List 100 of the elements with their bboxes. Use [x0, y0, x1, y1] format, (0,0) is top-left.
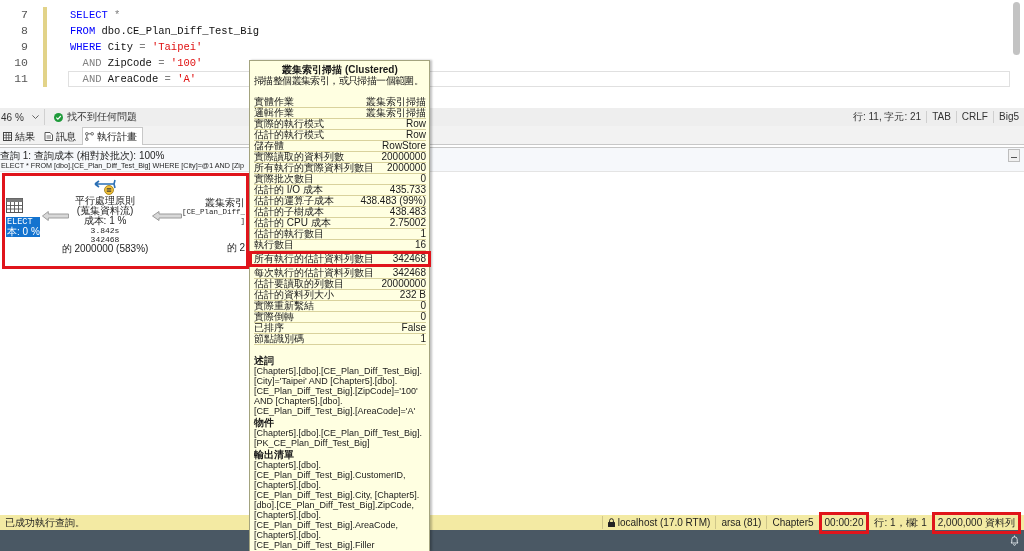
- merge-arrows-icon[interactable]: [94, 177, 116, 195]
- section-heading: 輸出清單: [254, 449, 294, 460]
- grid-icon: [3, 132, 12, 141]
- section-text: [Chapter5].[dbo].[CE_Plan_Diff_Test_Big].[City]='Taipei' AND [Chapter5].[dbo].[CE_Plan_Diff_Test_Big].[ZipCode]='100' AND [Chapter5].[dbo].[CE_Plan_Diff_Test_Big].[AreaCode]='A': [254, 366, 423, 416]
- code-line: SELECT *: [69, 8, 122, 23]
- property-value: 叢集索引掃描: [366, 97, 426, 107]
- caret-icon: [31, 115, 39, 119]
- operator-name: 平行處理原則: [75, 196, 135, 206]
- property-value: 0: [420, 174, 426, 184]
- database-name: Chapter5: [772, 517, 814, 528]
- elapsed-time: 3.842s: [90, 226, 120, 235]
- property-value: Row: [406, 119, 426, 129]
- property-label: 估計的 I/O 成本: [254, 185, 323, 195]
- login-name: arsa (81): [721, 517, 762, 528]
- property-value: 342468: [392, 268, 426, 278]
- issues-status-text: 找不到任何問題: [66, 110, 137, 124]
- minus-icon: [1011, 157, 1017, 158]
- row-estimate: 的 2: [226, 243, 245, 253]
- property-label: 估計的執行模式: [254, 130, 324, 140]
- actual-rows: 342468: [90, 235, 120, 244]
- property-value: 1: [420, 229, 426, 239]
- scrollbar-thumb[interactable]: [1013, 2, 1020, 55]
- document-icon: [44, 132, 53, 141]
- property-value: 20000000: [381, 279, 426, 289]
- section-text: [Chapter5].[dbo].[CE_Plan_Diff_Test_Big].[PK_CE_Plan_Diff_Test_Big]: [254, 428, 423, 448]
- property-value: 0: [420, 312, 426, 322]
- result-tab[interactable]: 訊息: [41, 128, 82, 144]
- flow-arrow: [152, 211, 182, 221]
- property-label: 估計的子樹成本: [254, 207, 324, 217]
- code-line: WHERE City = 'Taipei': [69, 40, 204, 55]
- property-label: 估計的運算子成本: [254, 196, 334, 206]
- line-number: 10: [13, 55, 28, 71]
- server-name: localhost (17.0 RTM): [617, 517, 711, 528]
- property-label: 執行數目: [254, 240, 294, 250]
- property-value: Row: [406, 130, 426, 140]
- tooltip-description: 掃描整個叢集索引，或只掃描一個範圍。: [254, 75, 424, 86]
- plan-diagram-icon: [85, 132, 94, 141]
- collapse-button[interactable]: [1008, 149, 1020, 162]
- property-value: 438.483: [389, 207, 426, 217]
- property-label: 所有執行的估計資料列數目: [254, 254, 374, 264]
- status-message: 已成功執行查詢。: [4, 515, 85, 530]
- result-tab[interactable]: 結果: [0, 128, 41, 144]
- property-value: 438.483 (99%): [360, 196, 426, 206]
- property-value: 20000000: [381, 152, 426, 162]
- lock-icon: [607, 518, 615, 527]
- row-count: 2,000,000 資料列: [937, 515, 1015, 530]
- property-value: 1: [420, 334, 426, 344]
- property-label: 估計的資料列大小: [254, 290, 334, 300]
- flow-arrow: [42, 211, 69, 221]
- property-label: 實際倒轉: [254, 312, 294, 322]
- code-line: FROM dbo.CE_Plan_Diff_Test_Big: [69, 24, 261, 39]
- tooltip-title: 叢集索引掃描 (Clustered): [282, 64, 398, 75]
- property-value: RowStore: [382, 141, 426, 151]
- property-label: 邏輯作業: [254, 108, 294, 118]
- property-value: 叢集索引掃描: [366, 108, 426, 118]
- property-label: 已排序: [254, 323, 284, 333]
- property-label: 每次執行的估計資料列數目: [254, 268, 374, 278]
- section-heading: 物件: [254, 417, 274, 428]
- property-label: 估計的執行數目: [254, 229, 324, 239]
- bell-icon[interactable]: [1010, 535, 1019, 546]
- property-label: 所有執行的實際資料列數目: [254, 163, 374, 173]
- property-label: 實體作業: [254, 97, 294, 107]
- property-value: 232 B: [399, 290, 426, 300]
- code-line: AND ZipCode = '100': [81, 56, 204, 71]
- check-icon: [53, 112, 63, 122]
- property-value: 2000000: [387, 163, 426, 173]
- property-label: 估計的 CPU 成本: [254, 218, 331, 228]
- line-number: 9: [20, 39, 28, 55]
- property-label: 儲存體: [254, 141, 284, 151]
- property-label: 實際重新繫結: [254, 301, 314, 311]
- cursor-position: 行: 1，欄: 1: [874, 515, 927, 530]
- section-heading: 述詞: [254, 355, 274, 366]
- operator-name: 叢集索引: [205, 198, 245, 208]
- operator-cost: 成本: 1 %: [83, 216, 127, 226]
- section-text: [Chapter5].[dbo].[CE_Plan_Diff_Test_Big].CustomerID, [Chapter5].[dbo].[CE_Plan_Diff_Test_Big].City, [Chapter5].[dbo].[CE_Plan_Diff_Test_Big].ZipCode, [Chapter5].[dbo].[CE_Plan_Diff_Test_Big].AreaCode, [Chapter5].[dbo].[CE_Plan_Diff_Test_Big].Filler: [254, 460, 421, 550]
- result-tab[interactable]: 執行計畫: [82, 127, 143, 145]
- line-number: 7: [20, 7, 28, 23]
- operator-cost: 本: 0 %: [7, 227, 40, 237]
- property-label: 實際批次數目: [254, 174, 314, 184]
- property-value: 435.733: [389, 185, 426, 195]
- indent-mode: TAB: [926, 111, 956, 123]
- property-label: 實際讀取的資料列數: [254, 152, 344, 162]
- line-number: 8: [20, 23, 28, 39]
- row-estimate: 的 2000000 (583%): [61, 244, 149, 254]
- property-value: 342468: [392, 254, 426, 264]
- elapsed-time: 00:00:20: [824, 517, 864, 528]
- table-icon[interactable]: [6, 198, 23, 213]
- property-value: 2.75002: [389, 218, 426, 228]
- operator-name: ELECT: [7, 217, 33, 227]
- operator-detail: (蒐集資料流): [76, 206, 134, 216]
- property-label: 節點識別碼: [254, 334, 304, 344]
- line-number: 11: [13, 71, 28, 87]
- property-value: 16: [414, 240, 426, 250]
- cursor-position: 行: 11, 字元: 21: [851, 111, 923, 123]
- property-label: 實際的執行模式: [254, 119, 324, 129]
- property-value: False: [401, 323, 426, 333]
- zoom-dropdown[interactable]: 46 %: [0, 109, 45, 125]
- line-ending: CRLF: [955, 111, 993, 123]
- property-label: 估計要讀取的列數目: [254, 279, 344, 289]
- encoding-label: Big5: [993, 111, 1024, 123]
